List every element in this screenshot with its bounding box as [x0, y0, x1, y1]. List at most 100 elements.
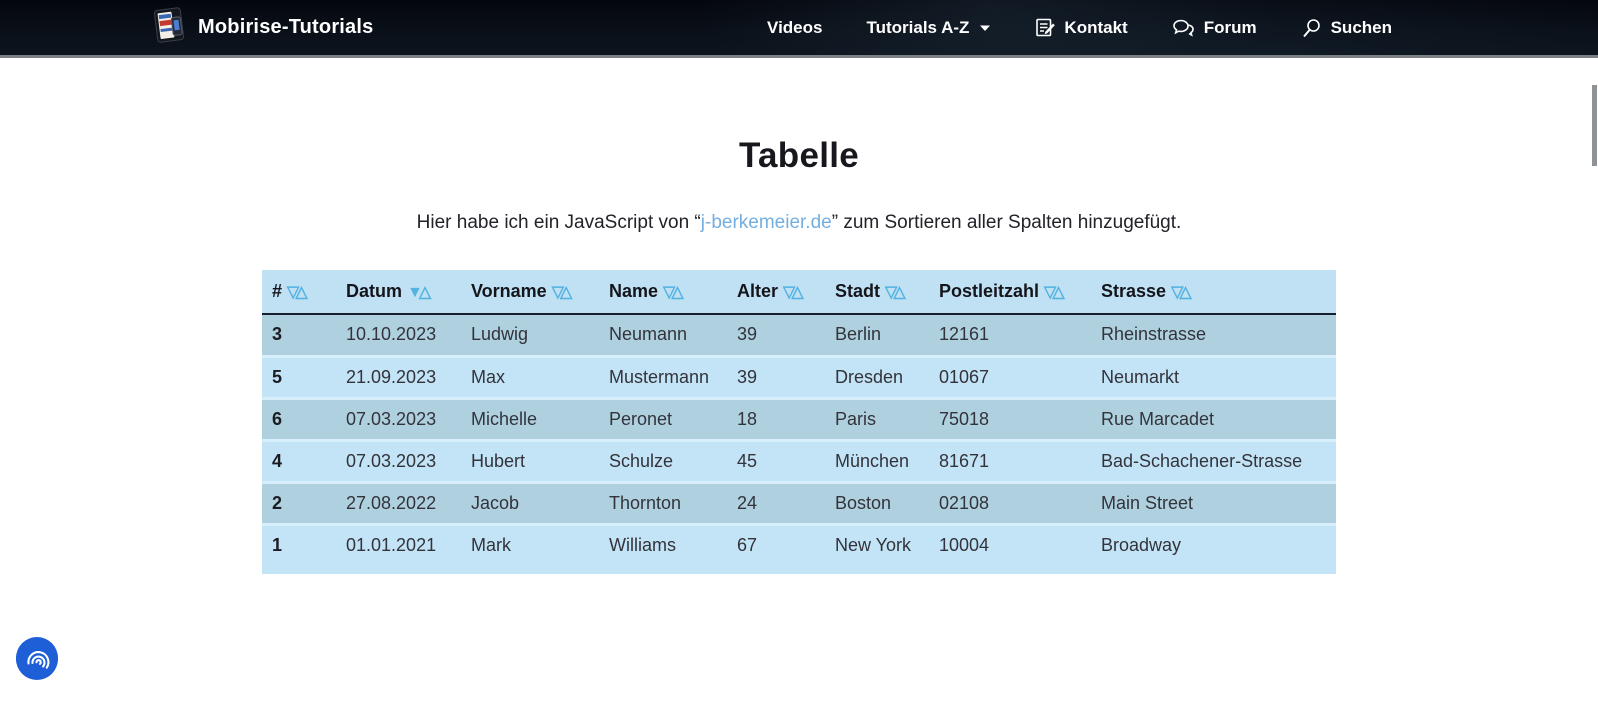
intro-text-before: Hier habe ich ein JavaScript von “: [417, 212, 701, 233]
sort-asc-icon: △: [791, 284, 803, 301]
page-title: Tabelle: [0, 136, 1598, 176]
sort-icons: ▽△: [552, 284, 573, 301]
column-header-datum[interactable]: Datum ▼△: [336, 270, 461, 314]
chevron-down-icon: [977, 24, 991, 32]
table-header: #▽△Datum▼△Vorname▽△Name▽△Alter▽△Stadt▽△P…: [262, 270, 1336, 314]
table-row: 101.01.2021MarkWilliams67New York10004Br…: [262, 524, 1336, 566]
table-cell: 81671: [929, 440, 1091, 482]
table-cell: 24: [727, 482, 825, 524]
column-label: Vorname: [471, 281, 547, 301]
table-cell: Williams: [599, 524, 727, 566]
column-header-name[interactable]: Name ▽△: [599, 270, 727, 314]
table-cell: 39: [727, 314, 825, 356]
sortable-table-wrap: #▽△Datum▼△Vorname▽△Name▽△Alter▽△Stadt▽△P…: [262, 270, 1336, 574]
table-cell: Boston: [825, 482, 929, 524]
table-cell: Thornton: [599, 482, 727, 524]
table-cell: 6: [262, 398, 336, 440]
table-cell: Berlin: [825, 314, 929, 356]
table-row: 607.03.2023MichellePeronet18Paris75018Ru…: [262, 398, 1336, 440]
fingerprint-icon: [16, 637, 58, 682]
nav-item-label: Forum: [1204, 18, 1257, 38]
nav-item-label: Tutorials A-Z: [866, 18, 969, 38]
table-cell: Michelle: [461, 398, 599, 440]
table-cell: Neumarkt: [1091, 356, 1336, 398]
navbar: Mobirise-Tutorials Videos Tutorials A-Z Ko…: [0, 0, 1598, 58]
table-cell: 45: [727, 440, 825, 482]
nav-item-label: Suchen: [1331, 18, 1392, 38]
scrollbar-thumb[interactable]: [1592, 85, 1597, 166]
column-header-id[interactable]: #▽△: [262, 270, 336, 314]
sort-icons: ▼△: [407, 284, 431, 301]
table-cell: Hubert: [461, 440, 599, 482]
table-cell: 21.09.2023: [336, 356, 461, 398]
nav-item-label: Kontakt: [1064, 18, 1127, 38]
column-header-stadt[interactable]: Stadt▽△: [825, 270, 929, 314]
column-label: #: [272, 281, 282, 301]
brand-logo-link[interactable]: Mobirise-Tutorials: [150, 6, 373, 49]
table-cell: Mark: [461, 524, 599, 566]
column-label: Datum: [346, 281, 402, 301]
sort-icons: ▽△: [885, 284, 906, 301]
search-icon: [1301, 17, 1323, 39]
table-cell: New York: [825, 524, 929, 566]
sort-icons: ▽△: [1171, 284, 1192, 301]
nav-menu: Videos Tutorials A-Z Kontakt Forum Suchen: [767, 17, 1392, 39]
table-cell: 18: [727, 398, 825, 440]
column-header-postleitzahl[interactable]: Postleitzahl ▽△: [929, 270, 1091, 314]
table-cell: Ludwig: [461, 314, 599, 356]
table-cell: 3: [262, 314, 336, 356]
table-cell: Bad-Schachener-Strasse: [1091, 440, 1336, 482]
table-cell: 12161: [929, 314, 1091, 356]
sort-asc-icon: △: [419, 284, 431, 301]
column-label: Strasse: [1101, 281, 1166, 301]
column-header-strasse[interactable]: Strasse ▽△: [1091, 270, 1336, 314]
nav-item-kontakt[interactable]: Kontakt: [1035, 17, 1127, 38]
table-cell: 67: [727, 524, 825, 566]
sort-icons: ▽△: [783, 284, 804, 301]
table-cell: Rheinstrasse: [1091, 314, 1336, 356]
intro-text-after: ” zum Sortieren aller Spalten hinzugefüg…: [832, 212, 1182, 233]
sort-icons: ▽△: [1044, 284, 1065, 301]
sort-icons: ▽△: [663, 284, 684, 301]
table-cell: 75018: [929, 398, 1091, 440]
table-cell: 2: [262, 482, 336, 524]
sort-asc-icon: △: [893, 284, 905, 301]
table-cell: Mustermann: [599, 356, 727, 398]
nav-item-forum[interactable]: Forum: [1172, 17, 1257, 38]
sort-asc-icon: △: [671, 284, 683, 301]
intro-link[interactable]: j-berkemeier.de: [701, 212, 832, 233]
sortable-table: #▽△Datum▼△Vorname▽△Name▽△Alter▽△Stadt▽△P…: [262, 270, 1336, 566]
sort-asc-icon: △: [560, 284, 572, 301]
column-label: Postleitzahl: [939, 281, 1039, 301]
column-header-vorname[interactable]: Vorname ▽△: [461, 270, 599, 314]
table-cell: Broadway: [1091, 524, 1336, 566]
table-cell: 1: [262, 524, 336, 566]
nav-item-tutorials-a-z[interactable]: Tutorials A-Z: [866, 18, 991, 38]
nav-item-suchen[interactable]: Suchen: [1301, 17, 1392, 39]
table-cell: 01067: [929, 356, 1091, 398]
column-header-alter[interactable]: Alter▽△: [727, 270, 825, 314]
sort-asc-icon: △: [1179, 284, 1191, 301]
main-content: Tabelle Hier habe ich ein JavaScript von…: [0, 58, 1598, 574]
nav-item-label: Videos: [767, 18, 822, 38]
sort-asc-icon: △: [295, 284, 307, 301]
table-cell: 5: [262, 356, 336, 398]
table-cell: 10.10.2023: [336, 314, 461, 356]
intro-text: Hier habe ich ein JavaScript von “j-berk…: [0, 212, 1598, 234]
privacy-fingerprint-button[interactable]: [16, 638, 58, 680]
nav-item-videos[interactable]: Videos: [767, 18, 822, 38]
table-row: 310.10.2023LudwigNeumann39Berlin12161Rhe…: [262, 314, 1336, 356]
table-cell: 10004: [929, 524, 1091, 566]
brand-logo-icon: [150, 6, 188, 49]
table-cell: Paris: [825, 398, 929, 440]
table-cell: Schulze: [599, 440, 727, 482]
table-cell: München: [825, 440, 929, 482]
sort-asc-icon: △: [1052, 284, 1064, 301]
brand-name: Mobirise-Tutorials: [198, 16, 373, 39]
column-label: Name: [609, 281, 658, 301]
table-cell: Peronet: [599, 398, 727, 440]
table-cell: 39: [727, 356, 825, 398]
table-body: 310.10.2023LudwigNeumann39Berlin12161Rhe…: [262, 314, 1336, 566]
table-row: 227.08.2022JacobThornton24Boston02108Mai…: [262, 482, 1336, 524]
table-cell: 01.01.2021: [336, 524, 461, 566]
